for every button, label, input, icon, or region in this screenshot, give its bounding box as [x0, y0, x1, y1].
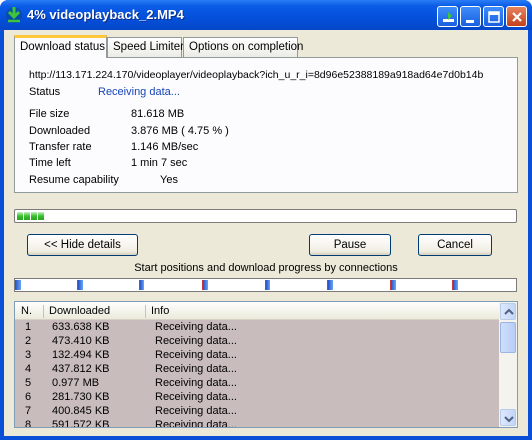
cell-info: Receiving data... — [155, 349, 237, 361]
cancel-button[interactable]: Cancel — [418, 234, 492, 256]
close-button[interactable] — [506, 6, 527, 27]
pause-button[interactable]: Pause — [309, 234, 391, 256]
vertical-scrollbar[interactable] — [499, 302, 517, 427]
list-item[interactable]: 7 400.845 KB Receiving data... — [15, 404, 500, 418]
connection-progress-mark — [328, 280, 333, 290]
connections-rows: 1 633.638 KB Receiving data... 2 473.410 KB R… — [15, 320, 500, 428]
cell-downloaded: 132.494 KB — [52, 349, 110, 361]
connection-progress-mark — [203, 280, 208, 290]
cell-downloaded: 281.730 KB — [52, 391, 110, 403]
cell-number: 4 — [25, 363, 32, 375]
connections-list[interactable]: N. Downloaded Info 1 633.638 KB Receiving … — [14, 301, 518, 428]
cell-downloaded: 437.812 KB — [52, 363, 110, 375]
column-divider[interactable] — [43, 305, 44, 318]
minimize-to-tray-button[interactable] — [437, 6, 458, 27]
time-left-value: 1 min 7 sec — [131, 157, 188, 169]
dialog-body: Download status Speed Limiter Options on… — [4, 30, 528, 436]
list-item[interactable]: 8 591.572 KB Receiving data... — [15, 418, 500, 428]
download-progress-bar — [14, 209, 517, 223]
column-header-info[interactable]: Info — [145, 302, 500, 320]
progress-block — [24, 212, 30, 220]
cell-info: Receiving data... — [155, 321, 237, 333]
connection-progress-mark — [453, 280, 458, 290]
cell-number: 7 — [25, 405, 32, 417]
list-item[interactable]: 4 437.812 KB Receiving data... — [15, 362, 500, 376]
connections-progress-bar — [14, 278, 517, 292]
cell-number: 3 — [25, 349, 32, 361]
status-label: Status — [29, 86, 61, 98]
cell-downloaded: 400.845 KB — [52, 405, 110, 417]
cell-info: Receiving data... — [155, 363, 237, 375]
chevron-up-icon — [504, 308, 514, 315]
tab-speed-limiter[interactable]: Speed Limiter — [107, 37, 184, 57]
list-item[interactable]: 2 473.410 KB Receiving data... — [15, 334, 500, 348]
progress-block — [31, 212, 37, 220]
tab-download-status[interactable]: Download status — [14, 35, 107, 58]
close-icon — [512, 12, 522, 22]
chevron-down-icon — [504, 416, 514, 423]
downloaded-value: 3.876 MB ( 4.75 % ) — [131, 125, 229, 137]
minimize-button[interactable] — [460, 6, 481, 27]
cell-info: Receiving data... — [155, 377, 237, 389]
connection-progress-mark — [140, 280, 144, 290]
transfer-rate-value: 1.146 MB/sec — [131, 141, 199, 153]
cell-downloaded: 473.410 KB — [52, 335, 110, 347]
transfer-rate-label: Transfer rate — [29, 141, 92, 153]
time-left-label: Time left — [29, 157, 71, 169]
downloaded-label: Downloaded — [29, 125, 91, 137]
cell-info: Receiving data... — [155, 419, 237, 428]
connection-progress-mark — [15, 280, 21, 290]
minimize-icon — [466, 20, 474, 23]
cell-info: Receiving data... — [155, 391, 237, 403]
cell-info: Receiving data... — [155, 335, 237, 347]
cell-downloaded: 591.572 KB — [52, 419, 110, 428]
cell-number: 6 — [25, 391, 32, 403]
file-size-label: File size — [29, 108, 70, 120]
resume-capability-value: Yes — [160, 174, 178, 186]
connection-progress-mark — [391, 280, 396, 290]
download-window: 4% videoplayback_2.MP4 Download status S… — [0, 0, 532, 440]
cell-info: Receiving data... — [155, 405, 237, 417]
window-title: 4% videoplayback_2.MP4 — [27, 7, 184, 22]
list-item[interactable]: 5 0.977 MB Receiving data... — [15, 376, 500, 390]
cell-number: 8 — [25, 419, 32, 428]
download-url: http://113.171.224.170/videoplayer/video… — [29, 69, 484, 81]
list-item[interactable]: 6 281.730 KB Receiving data... — [15, 390, 500, 404]
tray-arrow-icon — [443, 12, 454, 22]
tab-options-on-completion[interactable]: Options on completion — [183, 37, 303, 57]
list-item[interactable]: 3 132.494 KB Receiving data... — [15, 348, 500, 362]
scroll-up-button[interactable] — [500, 303, 516, 320]
idm-download-arrow-icon — [6, 7, 22, 23]
file-size-value: 81.618 MB — [131, 108, 185, 120]
scroll-thumb[interactable] — [500, 322, 516, 353]
column-header-downloaded[interactable]: Downloaded — [43, 302, 145, 320]
progress-fill — [17, 212, 45, 220]
progress-block — [17, 212, 23, 220]
hide-details-button[interactable]: << Hide details — [27, 234, 138, 256]
connection-progress-mark — [266, 280, 270, 290]
download-status-panel: http://113.171.224.170/videoplayer/video… — [14, 57, 518, 193]
cell-number: 1 — [25, 321, 32, 333]
cell-number: 2 — [25, 335, 32, 347]
cell-downloaded: 0.977 MB — [52, 377, 100, 389]
scroll-down-button[interactable] — [500, 409, 516, 426]
column-header-number[interactable]: N. — [15, 302, 43, 320]
resume-capability-label: Resume capability — [29, 174, 119, 186]
tab-label: Options on completion — [189, 41, 304, 53]
list-item[interactable]: 1 633.638 KB Receiving data... — [15, 320, 500, 334]
maximize-icon — [488, 11, 500, 23]
connection-progress-mark — [78, 280, 83, 290]
status-value: Receiving data... — [98, 86, 180, 98]
connections-caption: Start positions and download progress by… — [134, 262, 398, 274]
tab-label: Speed Limiter — [113, 41, 184, 53]
maximize-button[interactable] — [483, 6, 504, 27]
cell-number: 5 — [25, 377, 32, 389]
progress-block — [38, 212, 44, 220]
cell-downloaded: 633.638 KB — [52, 321, 110, 333]
tab-label: Download status — [20, 41, 106, 53]
title-bar[interactable]: 4% videoplayback_2.MP4 — [0, 0, 532, 30]
column-divider[interactable] — [145, 305, 146, 318]
